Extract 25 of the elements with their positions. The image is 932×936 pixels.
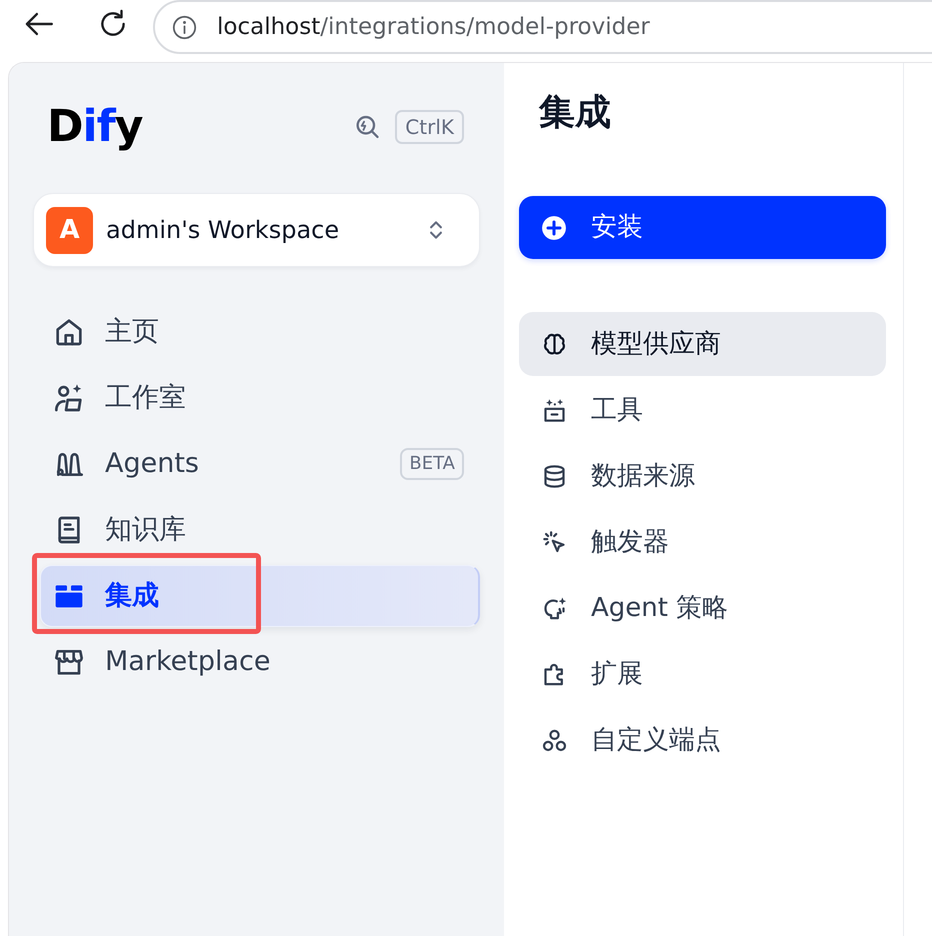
nav-item[interactable]: Agents BETA xyxy=(40,433,480,495)
shortcut-key: CtrlK xyxy=(395,110,464,144)
nav-item[interactable]: 工作室 xyxy=(40,367,480,429)
page-title: 集成 xyxy=(538,93,612,133)
url-text[interactable]: localhost/integrations/model-provider xyxy=(217,10,650,44)
category-item[interactable]: 数据来源 xyxy=(519,444,886,508)
category-item[interactable]: Agent 策略 xyxy=(519,576,886,640)
nav-item[interactable]: Marketplace xyxy=(40,631,480,693)
plus-circle-icon xyxy=(541,214,567,240)
circles-icon xyxy=(541,726,568,754)
avatar: A xyxy=(46,206,93,254)
install-button[interactable]: 安装 xyxy=(519,196,886,259)
beta-badge: BETA xyxy=(400,448,464,480)
category-item[interactable]: 自定义端点 xyxy=(519,708,886,772)
address-bar[interactable]: localhost/integrations/model-provider xyxy=(153,0,932,54)
nav-item[interactable]: 集成 xyxy=(40,565,480,627)
logo: Dify xyxy=(47,105,142,149)
nav-item[interactable]: 知识库 xyxy=(40,499,480,561)
category-item[interactable]: 触发器 xyxy=(519,510,886,574)
nav-item[interactable]: 主页 xyxy=(40,301,480,363)
category-item[interactable]: 扩展 xyxy=(519,642,886,706)
category-item[interactable]: 工具 xyxy=(519,378,886,442)
workspace-switcher[interactable]: A admin's Workspace xyxy=(33,193,480,267)
info-icon[interactable] xyxy=(171,14,198,40)
category-item[interactable]: 模型供应商 xyxy=(519,312,886,376)
